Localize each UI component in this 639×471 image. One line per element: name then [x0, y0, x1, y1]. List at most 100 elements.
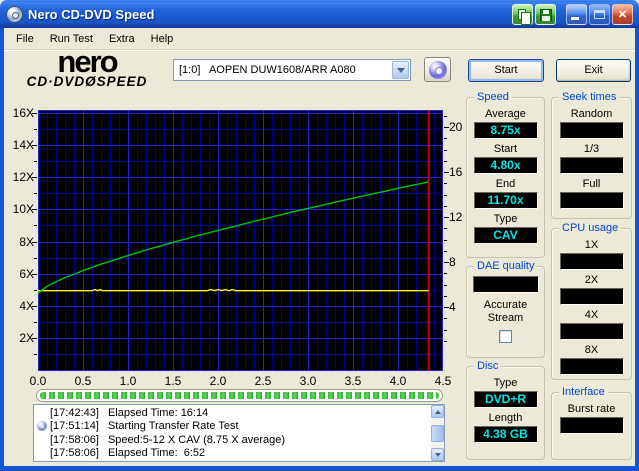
copy-button[interactable]: [512, 3, 533, 25]
progress-bar-fill: [40, 392, 439, 399]
log-scrollbar[interactable]: [431, 405, 444, 461]
x-axis-label: 2.0: [209, 374, 227, 388]
x-axis-label: 1.0: [119, 374, 137, 388]
y-axis-tick: [32, 113, 37, 114]
log-box[interactable]: [17:42:43] Elapsed Time: 16:14 [17:51:14] S…: [33, 404, 445, 462]
right-axis-tick: [444, 262, 449, 263]
cpu-8x-label: 8X: [584, 344, 599, 356]
y-axis-label: 6X: [19, 266, 34, 281]
y-axis-tick: [32, 306, 37, 307]
app-window: Nero CD-DVD Speed × File Run Test Extra Hel…: [0, 0, 639, 471]
titlebar[interactable]: Nero CD-DVD Speed ×: [0, 0, 639, 28]
y-axis-tick: [32, 338, 37, 339]
y-axis-tick: [34, 258, 37, 259]
right-axis-tick: [444, 127, 449, 128]
disc-type-value-box: DVD+R: [473, 391, 538, 408]
maximize-icon: [594, 9, 605, 19]
scroll-thumb[interactable]: [431, 425, 444, 442]
arrow-down-icon: [434, 452, 441, 460]
seek-times-full-label: Full: [582, 178, 601, 190]
drive-select[interactable]: [1:0] AOPEN DUW1608/ARR A080: [173, 59, 411, 81]
log-time: [17:58:06]: [50, 447, 99, 460]
disc-length-value-box: 4.38 GB: [473, 426, 538, 443]
exit-button[interactable]: Exit: [556, 59, 631, 82]
cpu-1x-value-box: [559, 253, 624, 270]
y-axis-label: 10X: [12, 202, 34, 217]
scroll-up-button[interactable]: [431, 405, 444, 418]
disc-length-label: Length: [488, 412, 523, 424]
copy-icon: [518, 8, 531, 25]
disc-info-button[interactable]: [424, 57, 451, 82]
scroll-down-button[interactable]: [431, 448, 444, 461]
window-border-bottom: [0, 466, 639, 471]
window-title: Nero CD-DVD Speed: [28, 6, 155, 22]
speed-type-value-box: CAV: [473, 227, 538, 244]
speed-end-label: End: [495, 178, 516, 190]
speed-type-label: Type: [493, 213, 518, 225]
y-axis-label: 2X: [19, 331, 34, 346]
right-axis-tick: [444, 318, 447, 319]
minimize-button[interactable]: [566, 3, 587, 25]
disc-status-icon: [37, 421, 47, 432]
right-axis-tick: [444, 285, 447, 286]
chevron-down-icon: [396, 67, 405, 77]
close-button[interactable]: ×: [612, 3, 633, 25]
speed-start-label: Start: [493, 143, 518, 155]
right-axis-tick: [444, 172, 449, 173]
right-axis-tick: [444, 195, 447, 196]
drive-select-arrow-button[interactable]: [392, 61, 409, 79]
right-axis-tick: [444, 307, 449, 308]
x-axis-label: 4.0: [389, 374, 407, 388]
log-line: [17:58:06] Elapsed Time: 6:52: [34, 447, 430, 461]
accurate-stream-checkbox[interactable]: [499, 330, 512, 343]
log-time: [17:42:43]: [50, 406, 99, 419]
app-icon: [6, 5, 23, 23]
seek-times-1-3-label: 1/3: [583, 143, 600, 155]
speed-panel: Speed Average 8.75x Start 4.80x End 11.70x Typ…: [466, 91, 545, 258]
maximize-button[interactable]: [589, 3, 610, 25]
speed-average-label: Average: [485, 108, 526, 120]
y-axis-tick: [34, 161, 37, 162]
log-text: Elapsed Time: 16:14: [107, 406, 209, 419]
save-button[interactable]: [535, 3, 556, 25]
cpu-2x-value-box: [559, 288, 624, 305]
log-text: Speed:5-12 X CAV (8.75 X average): [107, 433, 286, 446]
start-button[interactable]: Start: [468, 59, 544, 82]
seek-times-random-label: Random: [570, 108, 613, 120]
right-axis-tick: [444, 206, 447, 207]
x-axis-label: 0.5: [74, 374, 92, 388]
log-rows: [17:42:43] Elapsed Time: 16:14 [17:51:14] S…: [34, 406, 430, 461]
log-gutter: [34, 421, 50, 432]
menu-item-file[interactable]: File: [8, 31, 42, 47]
y-axis-tick: [34, 129, 37, 130]
arrow-up-icon: [434, 407, 441, 414]
dae-quality-panel: DAE quality Accurate Stream: [466, 260, 545, 358]
right-axis-tick: [444, 116, 447, 117]
cpu-4x-value-box: [559, 323, 624, 340]
right-axis-tick: [444, 341, 447, 342]
y-axis-tick: [32, 274, 37, 275]
y-axis-label: 14X: [12, 137, 34, 152]
seek-times-full-value-box: [559, 192, 624, 209]
x-axis-label: 4.5: [434, 374, 452, 388]
log-line: [17:42:43] Elapsed Time: 16:14: [34, 406, 430, 420]
x-axis-label: 2.5: [254, 374, 272, 388]
y-axis-label: 4X: [19, 299, 34, 313]
cd-disc-icon: [428, 60, 447, 79]
menu-item-help[interactable]: Help: [143, 31, 182, 47]
window-border-left: [0, 28, 4, 471]
interface-panel-title: Interface: [559, 386, 608, 399]
cpu-8x-value-box: [559, 358, 624, 375]
dae-quality-panel-title: DAE quality: [474, 260, 538, 273]
speed-start-value-box: 4.80x: [473, 157, 538, 174]
x-axis-label: 3.5: [344, 374, 362, 388]
disc-panel: Disc Type DVD+R Length 4.38 GB: [466, 360, 545, 460]
x-axis-label: 0.0: [29, 374, 47, 388]
y-axis-tick: [34, 354, 37, 355]
cpu-usage-panel: CPU usage 1X 2X 4X 8X: [551, 222, 632, 380]
y-axis-tick: [32, 209, 37, 210]
x-axis-label: 3.0: [299, 374, 317, 388]
drive-select-value: [1:0] AOPEN DUW1608/ARR A080: [179, 64, 356, 76]
log-time: [17:51:14]: [50, 420, 99, 433]
disc-type-label: Type: [493, 377, 518, 389]
